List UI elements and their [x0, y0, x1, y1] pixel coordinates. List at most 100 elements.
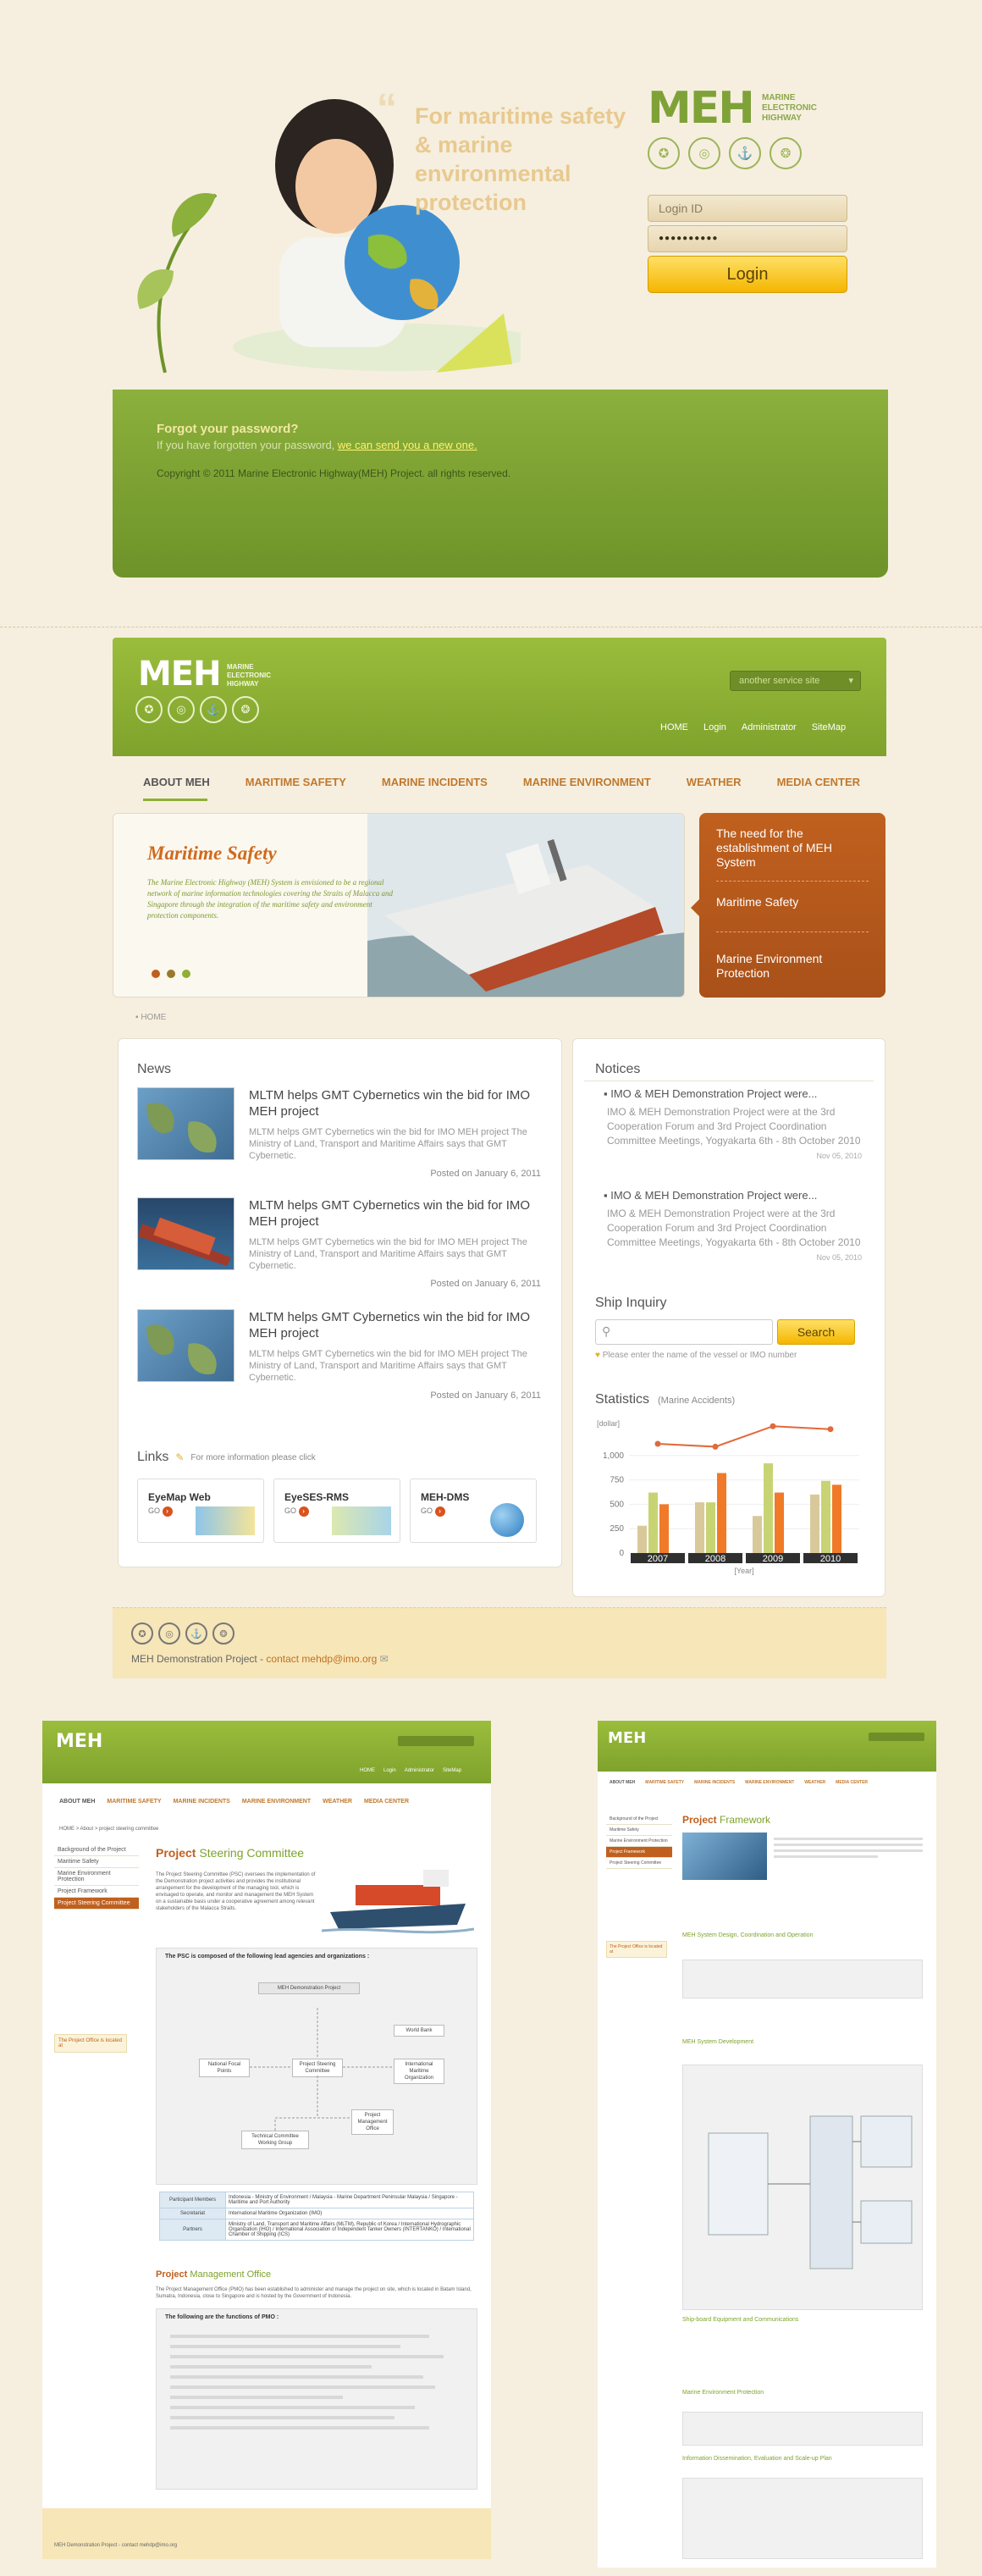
component-title: MEH System Design, Coordination and Oper…	[682, 1932, 814, 1938]
lnb-item[interactable]: Maritime Safety	[54, 1856, 139, 1868]
statistics-header: Statistics (Marine Accidents)	[595, 1392, 735, 1407]
home-link[interactable]: HOME	[360, 1768, 375, 1773]
breadcrumb: ▪ HOME	[135, 1013, 166, 1022]
header-seals: ✪ ◎ ⚓ ❂	[135, 696, 259, 723]
link-eyemap-web[interactable]: EyeMap Web GO ›	[137, 1479, 264, 1543]
login-link[interactable]: Login	[383, 1768, 396, 1773]
component-title: MEH System Development	[682, 2039, 754, 2045]
lnb-item-active[interactable]: Project Steering Committee	[54, 1898, 139, 1910]
sitemap-link[interactable]: SiteMap	[443, 1768, 461, 1773]
nav-about-meh[interactable]: ABOUT MEH	[610, 1780, 635, 1785]
home-link[interactable]: HOME	[660, 722, 688, 732]
lnb-item[interactable]: Project Framework	[54, 1886, 139, 1898]
component-box	[682, 2478, 923, 2559]
nav-media-center[interactable]: MEDIA CENTER	[364, 1799, 409, 1805]
reset-password-link[interactable]: we can send you a new one.	[338, 439, 477, 451]
nav-media-center[interactable]: MEDIA CENTER	[836, 1780, 868, 1785]
contact-email-link[interactable]: contact mehdp@imo.org	[266, 1653, 377, 1665]
seal-icon: ✪	[131, 1622, 153, 1645]
news-title[interactable]: MLTM helps GMT Cybernetics win the bid f…	[249, 1197, 541, 1230]
utility-links: HOME Login Administrator SiteMap	[360, 1768, 461, 1773]
slide-dot[interactable]	[167, 970, 175, 978]
pmo-functions-list	[170, 2328, 458, 2436]
globe-seal-icon: ◎	[688, 137, 720, 169]
news-title[interactable]: MLTM helps GMT Cybernetics win the bid f…	[249, 1309, 541, 1341]
notice-title[interactable]: ▪ IMO & MEH Demonstration Project were..…	[604, 1087, 862, 1100]
links-note: For more information please click	[190, 1452, 316, 1462]
nav-about-meh[interactable]: ABOUT MEH	[113, 759, 228, 806]
news-title[interactable]: MLTM helps GMT Cybernetics win the bid f…	[249, 1087, 541, 1119]
login-link[interactable]: Login	[703, 722, 726, 732]
x-tick-label: 2009	[763, 1554, 783, 1564]
sub-logo[interactable]: MEH	[56, 1731, 102, 1752]
side-divider	[716, 881, 869, 882]
notice-date: Nov 05, 2010	[816, 1152, 862, 1160]
psc-org-box: The PSC is composed of the following lea…	[156, 1948, 477, 2185]
globe-seal-icon: ◎	[168, 696, 195, 723]
lnb-item[interactable]: Background of the Project	[54, 1844, 139, 1856]
nav-media-center[interactable]: MEDIA CENTER	[759, 759, 878, 806]
office-location-note: The Project Office is located at	[54, 2034, 127, 2053]
administrator-link[interactable]: Administrator	[742, 722, 797, 732]
password-input[interactable]: ●●●●●●●●●●	[648, 225, 847, 252]
nav-maritime-safety[interactable]: MARITIME SAFETY	[228, 759, 364, 806]
cargo-ship-thumbnail	[137, 1197, 234, 1270]
ship-search-input[interactable]: ⚲	[595, 1319, 773, 1345]
nav-maritime-safety[interactable]: MARITIME SAFETY	[645, 1780, 684, 1785]
service-site-select[interactable]	[869, 1733, 924, 1741]
side-link-maritime-safety[interactable]: Maritime Safety	[716, 895, 798, 909]
link-meh-dms[interactable]: MEH-DMS GO ›	[410, 1479, 537, 1543]
sub-page-steering-committee: MEH HOME Login Administrator SiteMap ABO…	[42, 1721, 491, 2559]
nav-maritime-safety[interactable]: MARITIME SAFETY	[107, 1799, 161, 1805]
side-pointer-icon	[691, 899, 699, 916]
slide-dot[interactable]	[182, 970, 190, 978]
lnb-item[interactable]: Background of the Project	[606, 1814, 672, 1825]
statistics-chart: [dollar] 0 250 500 750 1,000 2007 2008 2009 2010 […	[595, 1416, 866, 1577]
breadcrumb-home[interactable]: HOME	[141, 1013, 166, 1022]
bar	[695, 1502, 704, 1553]
nav-marine-environment[interactable]: MARINE ENVIRONMENT	[242, 1799, 311, 1805]
service-site-select[interactable]	[398, 1736, 474, 1746]
nav-marine-environment[interactable]: MARINE ENVIRONMENT	[505, 759, 669, 806]
lnb-item[interactable]: Maritime Safety	[606, 1825, 672, 1836]
bullet-icon: ▪	[604, 1189, 611, 1202]
arrow-icon: ›	[434, 1506, 445, 1517]
lnb-item-active[interactable]: Project Framework	[606, 1847, 672, 1858]
pmo-functions-heading: The following are the functions of PMO :	[165, 2314, 279, 2320]
lnb-item[interactable]: Marine Environment Protection	[54, 1868, 139, 1886]
notice-item[interactable]: ▪ IMO & MEH Demonstration Project were..…	[604, 1189, 862, 1262]
framework-image	[682, 1832, 767, 1880]
header-logo[interactable]: MEH	[138, 655, 222, 694]
administrator-link[interactable]: Administrator	[405, 1768, 434, 1773]
login-id-input[interactable]: Login ID	[648, 195, 847, 222]
service-site-select[interactable]: another service site ▾	[730, 671, 861, 691]
ship-image	[322, 1870, 474, 1934]
slide-dot[interactable]	[152, 970, 160, 978]
tagline-quote: “ For maritime safety & marine environme…	[377, 86, 626, 216]
side-link-need-for-meh[interactable]: The need for the establishment of MEH Sy…	[716, 826, 860, 870]
notice-item[interactable]: ▪ IMO & MEH Demonstration Project were..…	[604, 1087, 862, 1160]
nav-marine-incidents[interactable]: MARINE INCIDENTS	[694, 1780, 735, 1785]
lnb-item[interactable]: Project Steering Committee	[606, 1858, 672, 1869]
notice-date: Nov 05, 2010	[816, 1253, 862, 1262]
side-link-marine-environment[interactable]: Marine Environment Protection	[716, 952, 860, 981]
news-summary: MLTM helps GMT Cybernetics win the bid f…	[249, 1349, 527, 1383]
nav-weather[interactable]: WEATHER	[323, 1799, 352, 1805]
trend-point	[770, 1423, 776, 1429]
ship-search-button[interactable]: Search	[777, 1319, 855, 1345]
bar	[821, 1480, 830, 1553]
login-button[interactable]: Login	[648, 256, 847, 293]
nav-about-meh[interactable]: ABOUT MEH	[59, 1799, 95, 1805]
nav-marine-environment[interactable]: MARINE ENVIRONMENT	[745, 1780, 794, 1785]
nav-weather[interactable]: WEATHER	[669, 759, 759, 806]
nav-marine-incidents[interactable]: MARINE INCIDENTS	[174, 1799, 230, 1805]
chevron-down-icon: ▾	[848, 676, 853, 686]
notice-title[interactable]: ▪ IMO & MEH Demonstration Project were..…	[604, 1189, 862, 1202]
link-eyeses-rms[interactable]: EyeSES-RMS GO ›	[273, 1479, 400, 1543]
sitemap-link[interactable]: SiteMap	[812, 722, 846, 732]
nav-marine-incidents[interactable]: MARINE INCIDENTS	[364, 759, 505, 806]
news-heading: News	[137, 1062, 172, 1076]
nav-weather[interactable]: WEATHER	[804, 1780, 825, 1785]
lnb-item[interactable]: Marine Environment Protection	[606, 1836, 672, 1847]
sub-logo[interactable]: MEH	[608, 1729, 646, 1747]
